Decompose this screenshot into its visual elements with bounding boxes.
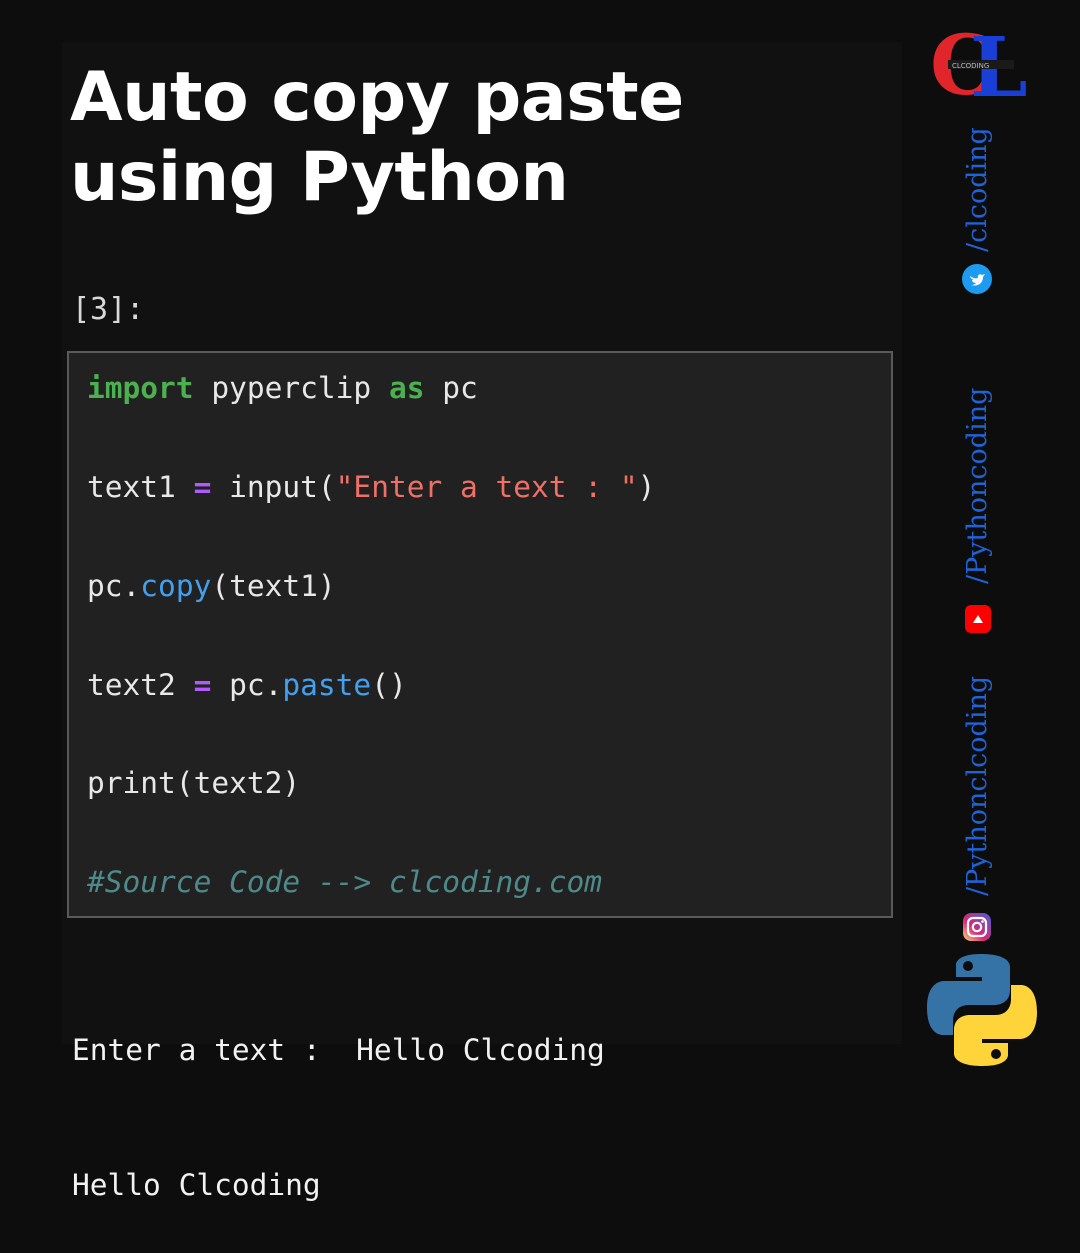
copy-args: (text1) <box>211 569 336 603</box>
keyword-import: import <box>87 371 194 405</box>
close-paren: ) <box>637 470 656 504</box>
method-copy: copy <box>140 569 212 603</box>
keyword-as: as <box>388 371 425 405</box>
module-alias: pc <box>424 371 478 405</box>
object-pc: pc. <box>211 668 283 702</box>
youtube-handle[interactable]: /Pythoncoding <box>962 388 993 584</box>
code-line-import: import pyperclip as pc <box>87 371 478 405</box>
cell-prompt: [3]: <box>72 292 145 327</box>
paste-args: () <box>371 668 407 702</box>
variable-text1: text1 <box>87 470 194 504</box>
clcoding-logo: C L CLCODING <box>930 24 1028 102</box>
code-line-paste: text2 = pc.paste() <box>87 668 407 702</box>
instagram-icon[interactable] <box>962 912 992 942</box>
code-cell[interactable]: import pyperclip as pc text1 = input("En… <box>67 351 893 918</box>
code-line-copy: pc.copy(text1) <box>87 569 336 603</box>
code-line-print: print(text2) <box>87 766 301 800</box>
python-logo <box>927 954 1037 1066</box>
module-name: pyperclip <box>193 371 389 405</box>
output-line: Enter a text : Hello Clcoding <box>72 1033 605 1067</box>
instagram-handle[interactable]: /Pythonclcoding <box>962 676 993 896</box>
twitter-icon[interactable] <box>962 264 992 294</box>
logo-subtext: CLCODING <box>952 62 989 70</box>
code-comment: #Source Code --> clcoding.com <box>87 865 603 899</box>
cell-output: Enter a text : Hello Clcoding Hello Clco… <box>72 938 605 1253</box>
input-call: input( <box>211 470 336 504</box>
output-line: Hello Clcoding <box>72 1168 321 1202</box>
object-pc: pc. <box>87 569 141 603</box>
assign-operator: = <box>193 668 212 702</box>
code-line-input: text1 = input("Enter a text : ") <box>87 470 655 504</box>
prompt-string: "Enter a text : " <box>335 470 638 504</box>
variable-text2: text2 <box>87 668 194 702</box>
youtube-icon[interactable] <box>963 602 993 636</box>
method-paste: paste <box>282 668 372 702</box>
page-title: Auto copy paste using Python <box>70 58 684 217</box>
twitter-handle[interactable]: /clcoding <box>962 127 993 252</box>
assign-operator: = <box>193 470 212 504</box>
